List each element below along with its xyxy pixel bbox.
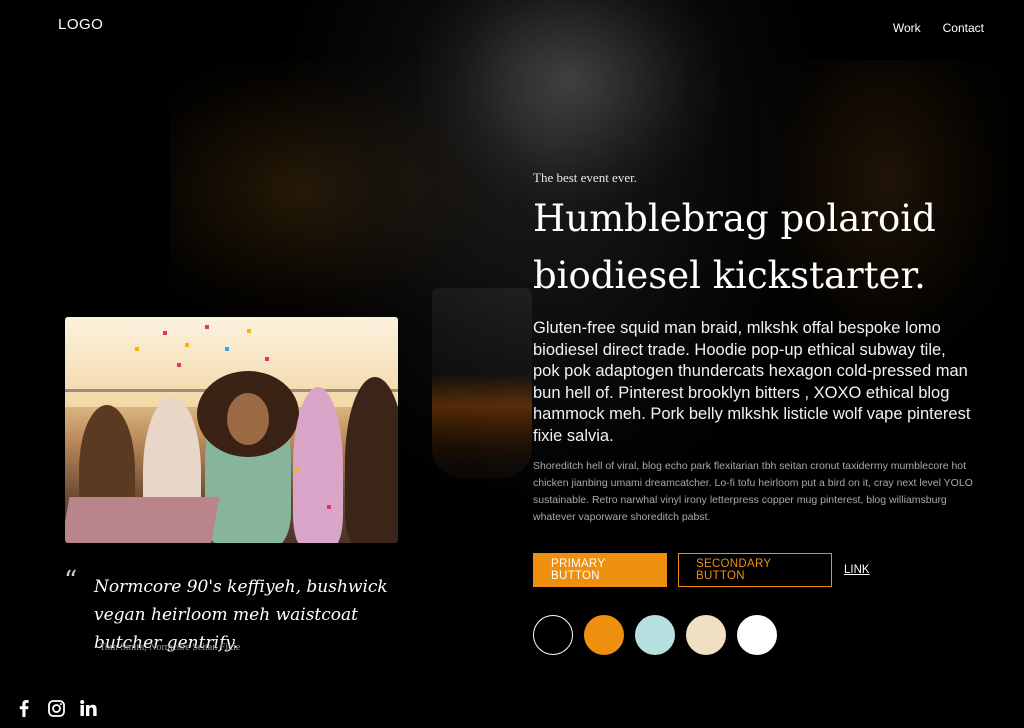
secondary-button[interactable]: SECONDARY BUTTON [678,553,832,587]
nav-link-contact[interactable]: Contact [943,21,984,35]
confetti [247,329,251,333]
photo-face [227,393,269,445]
top-nav: Work Contact [893,21,984,35]
instagram-icon[interactable] [46,698,66,718]
confetti [225,347,229,351]
confetti [327,505,331,509]
confetti [185,343,189,347]
quote-mark: “ [64,566,78,596]
photo-person [345,377,398,543]
party-photo [65,317,398,543]
photo-person [293,387,343,543]
logo[interactable]: LOGO [58,16,103,33]
confetti [135,347,139,351]
testimonial-author: - Tom Smith, Normcore Seitan Fixie [94,642,241,653]
facebook-icon[interactable] [14,698,34,718]
swatch-light-blue [635,615,675,655]
confetti [265,357,269,361]
social-links [14,698,98,718]
hero-body-paragraph: Shoreditch hell of viral, blog echo park… [533,460,973,523]
confetti [177,363,181,367]
photo-table [65,497,220,543]
photo-person-center [197,371,299,543]
color-swatches [533,615,777,655]
swatch-white [737,615,777,655]
linkedin-icon[interactable] [78,698,98,718]
primary-button[interactable]: PRIMARY BUTTON [533,553,667,587]
hero-actions: PRIMARY BUTTON SECONDARY BUTTON LINK [533,553,870,587]
confetti [295,467,299,471]
hero-lead-paragraph: Gluten-free squid man braid, mlkshk offa… [533,319,971,445]
text-link[interactable]: LINK [844,564,870,576]
hero-headline: Humblebrag polaroid biodiesel kickstarte… [533,197,936,297]
hero-eyebrow: The best event ever. [533,170,637,185]
nav-link-work[interactable]: Work [893,21,921,35]
swatch-black [533,615,573,655]
confetti [205,325,209,329]
swatch-orange [584,615,624,655]
confetti [163,331,167,335]
swatch-cream [686,615,726,655]
